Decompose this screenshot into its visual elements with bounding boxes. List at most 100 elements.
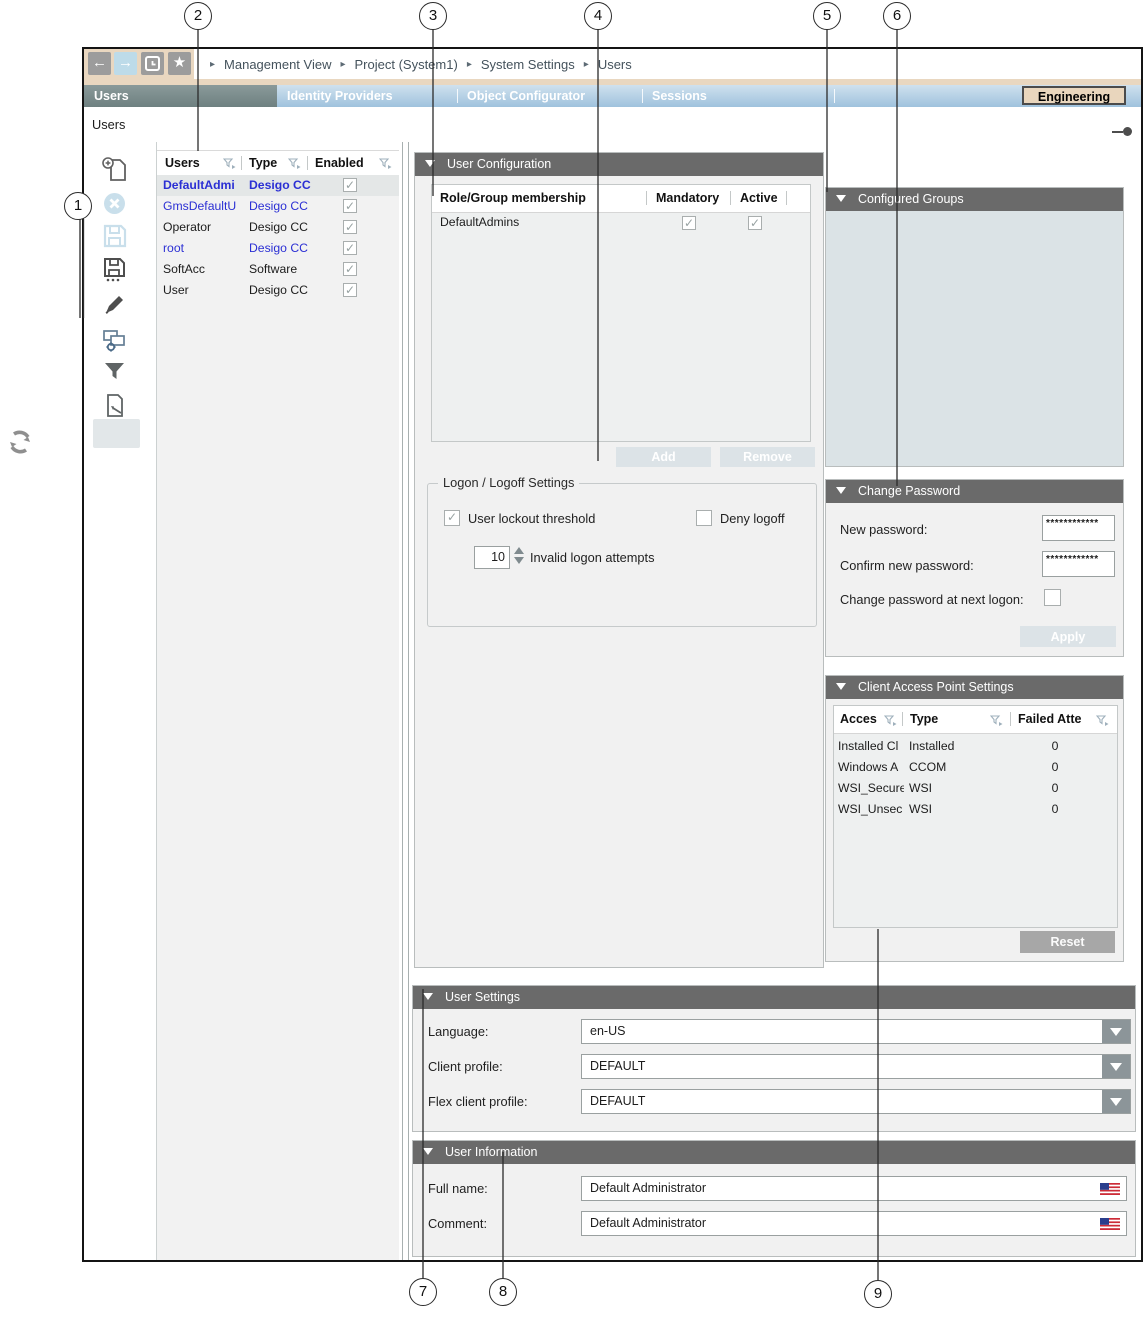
new-password-input[interactable]: ************ — [1042, 515, 1115, 541]
confirm-password-input[interactable]: ************ — [1042, 551, 1115, 577]
engineering-mode-button[interactable]: Engineering — [1022, 86, 1126, 105]
add-button[interactable]: Add — [616, 447, 711, 467]
access-point-row[interactable]: Installed Cl Installed 0 — [834, 736, 1117, 757]
comment-input[interactable]: Default Administrator — [581, 1211, 1127, 1236]
enabled-checkbox[interactable] — [343, 199, 357, 213]
chevron-down-icon[interactable] — [1102, 1090, 1130, 1113]
filter-funnel-icon[interactable] — [288, 158, 301, 169]
column-header-access[interactable]: Acces — [840, 706, 882, 733]
favorites-button[interactable]: ★ — [168, 52, 191, 75]
column-header-active[interactable]: Active — [740, 185, 784, 212]
access-point-type: CCOM — [909, 757, 1005, 778]
save-as-icon[interactable] — [101, 256, 128, 283]
user-row-gmsdefaultuser[interactable]: GmsDefaultU Desigo CC — [157, 196, 399, 217]
access-point-row[interactable]: WSI_Secure WSI 0 — [834, 778, 1117, 799]
breadcrumb-item-management-view[interactable]: Management View — [224, 57, 331, 72]
next-logon-label: Change password at next logon: — [840, 592, 1024, 607]
remove-button[interactable]: Remove — [720, 447, 815, 467]
collapse-icon — [836, 195, 846, 202]
enabled-checkbox[interactable] — [343, 262, 357, 276]
export-icon[interactable] — [101, 392, 128, 419]
apply-button[interactable]: Apply — [1020, 626, 1116, 647]
language-dropdown[interactable]: en-US — [581, 1019, 1131, 1044]
reset-button[interactable]: Reset — [1020, 931, 1115, 953]
enabled-checkbox[interactable] — [343, 220, 357, 234]
pin-icon[interactable] — [1112, 131, 1123, 133]
filter-funnel-icon[interactable] — [990, 715, 1003, 726]
delete-icon[interactable] — [101, 190, 128, 217]
filter-funnel-icon[interactable] — [379, 158, 392, 169]
next-logon-checkbox[interactable] — [1044, 589, 1061, 606]
breadcrumb-arrow-icon: ▸ — [467, 59, 472, 70]
chevron-down-icon[interactable] — [1102, 1020, 1130, 1043]
column-header-users[interactable]: Users — [165, 151, 200, 175]
new-user-icon[interactable] — [101, 156, 128, 183]
enabled-checkbox[interactable] — [343, 178, 357, 192]
user-lockout-checkbox[interactable] — [444, 510, 460, 526]
filter-funnel-icon[interactable] — [223, 158, 236, 169]
tab-sessions[interactable]: Sessions — [642, 85, 834, 107]
flex-client-profile-dropdown[interactable]: DEFAULT — [581, 1089, 1131, 1114]
logon-logoff-legend: Logon / Logoff Settings — [438, 475, 579, 490]
column-header-mandatory[interactable]: Mandatory — [656, 185, 730, 212]
chevron-down-icon[interactable] — [1102, 1055, 1130, 1078]
tab-users[interactable]: Users — [84, 85, 277, 107]
breadcrumb-item-system-settings[interactable]: System Settings — [481, 57, 575, 72]
user-information-header[interactable]: User Information — [413, 1141, 1135, 1164]
column-header-failed-attempts[interactable]: Failed Atte — [1018, 706, 1092, 733]
breadcrumb-arrow-icon: ▸ — [584, 59, 589, 70]
flex-client-profile-value: DEFAULT — [590, 1094, 645, 1108]
users-list-background — [157, 174, 399, 1260]
client-profile-dropdown[interactable]: DEFAULT — [581, 1054, 1131, 1079]
spinner-down-icon[interactable] — [514, 557, 524, 564]
save-icon[interactable] — [101, 222, 128, 249]
spinner-up-icon[interactable] — [514, 547, 524, 554]
panel-title: Client Access Point Settings — [858, 676, 1014, 699]
configured-groups-header[interactable]: Configured Groups — [826, 188, 1123, 211]
history-button[interactable] — [141, 52, 164, 75]
user-row-operator[interactable]: Operator Desigo CC — [157, 217, 399, 238]
change-password-header[interactable]: Change Password — [826, 480, 1123, 503]
user-row-root[interactable]: root Desigo CC — [157, 238, 399, 259]
active-checkbox[interactable] — [748, 216, 762, 230]
user-row-user[interactable]: User Desigo CC — [157, 280, 399, 301]
user-settings-panel: User Settings Language: en-US Client pro… — [412, 985, 1136, 1132]
user-configuration-header[interactable]: User Configuration — [415, 153, 823, 176]
splitter-handle[interactable] — [402, 142, 409, 1260]
breadcrumb-item-project[interactable]: Project (System1) — [355, 57, 458, 72]
back-button[interactable]: ← — [88, 52, 111, 75]
access-point-row[interactable]: Windows A CCOM 0 — [834, 757, 1117, 778]
client-access-point-header[interactable]: Client Access Point Settings — [826, 676, 1123, 699]
deny-logoff-checkbox[interactable] — [696, 510, 712, 526]
user-settings-header[interactable]: User Settings — [413, 986, 1135, 1009]
user-row-defaultadmin[interactable]: DefaultAdmi Desigo CC — [157, 175, 399, 196]
breadcrumb-item-users[interactable]: Users — [598, 57, 632, 72]
access-points-table-header: Acces Type Failed Atte — [834, 706, 1117, 734]
invalid-attempts-input[interactable]: 10 — [474, 546, 510, 569]
tab-object-configurator[interactable]: Object Configurator — [457, 85, 642, 107]
filter-funnel-icon[interactable] — [1096, 715, 1109, 726]
full-name-input[interactable]: Default Administrator — [581, 1176, 1127, 1201]
star-icon: ★ — [173, 54, 186, 71]
enabled-checkbox[interactable] — [343, 241, 357, 255]
access-point-row[interactable]: WSI_Unsec WSI 0 — [834, 799, 1117, 820]
forward-button[interactable]: → — [114, 52, 137, 75]
filter-icon[interactable] — [101, 357, 128, 384]
access-point-type: WSI — [909, 799, 1005, 820]
callout-4: 4 — [584, 2, 612, 30]
user-row-softacc[interactable]: SoftAcc Software — [157, 259, 399, 280]
column-header-type[interactable]: Type — [910, 706, 950, 733]
filter-funnel-icon[interactable] — [884, 715, 897, 726]
group-configurator-icon[interactable] — [101, 327, 128, 354]
breadcrumb-arrow-icon: ▸ — [340, 59, 345, 70]
panel-title: User Information — [445, 1141, 537, 1164]
tab-identity-providers[interactable]: Identity Providers — [277, 85, 457, 107]
column-header-role-group[interactable]: Role/Group membership — [440, 185, 640, 212]
column-header-type[interactable]: Type — [249, 151, 277, 175]
edit-icon[interactable] — [101, 291, 128, 318]
mandatory-checkbox[interactable] — [682, 216, 696, 230]
failed-attempts-value: 0 — [1018, 757, 1092, 778]
enabled-checkbox[interactable] — [343, 283, 357, 297]
role-group-row[interactable]: DefaultAdmins — [432, 212, 810, 234]
column-header-enabled[interactable]: Enabled — [315, 151, 364, 175]
